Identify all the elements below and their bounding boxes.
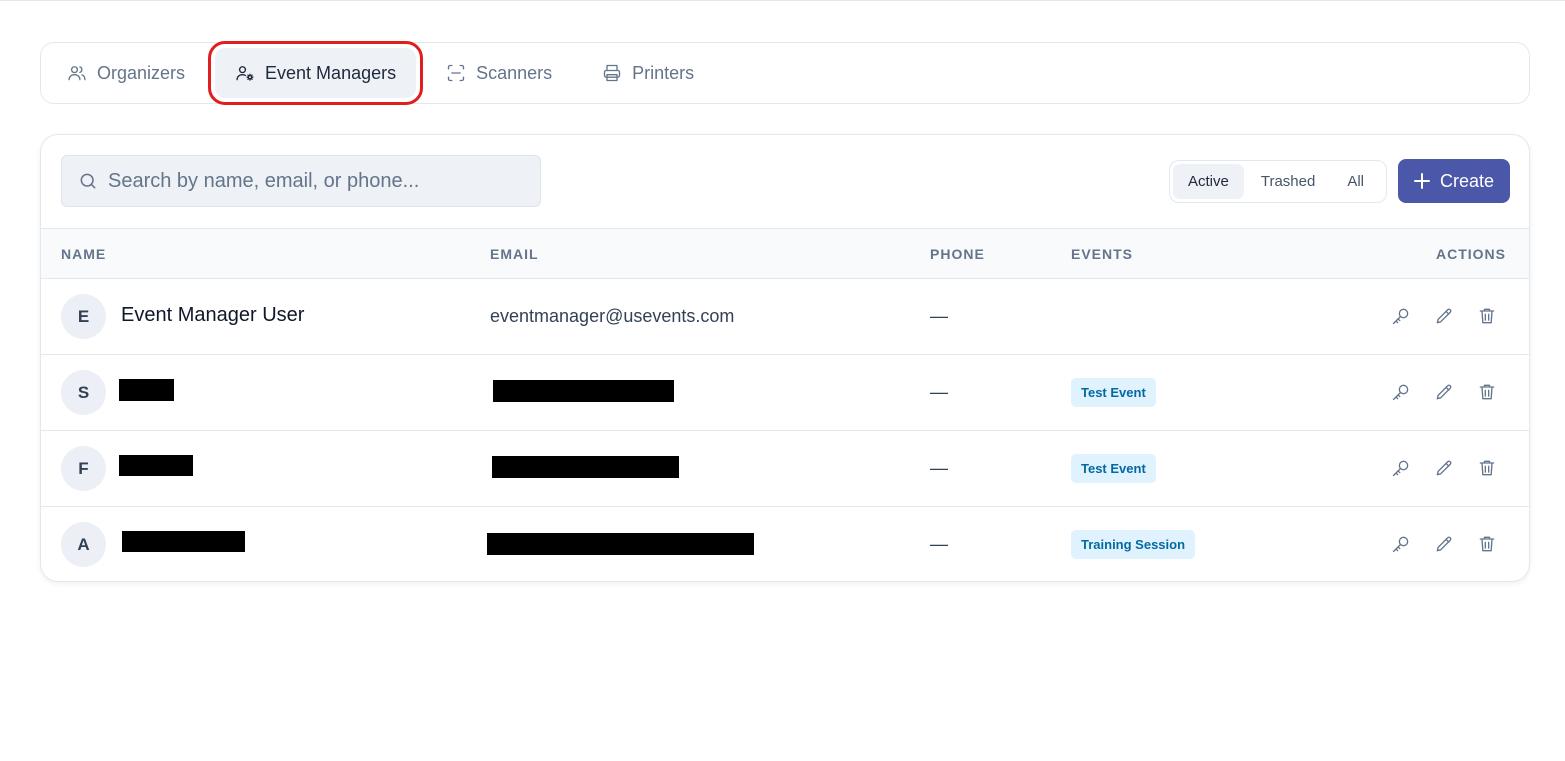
search-box[interactable] [61, 155, 541, 207]
avatar: E [61, 294, 106, 339]
filter-all[interactable]: All [1332, 164, 1379, 199]
reset-password-button[interactable] [1391, 382, 1411, 402]
row-actions [1391, 306, 1497, 326]
column-actions: ACTIONS [1436, 246, 1506, 262]
column-email[interactable]: EMAIL [490, 246, 539, 262]
row-actions [1391, 458, 1497, 478]
tab-label: Printers [632, 62, 695, 83]
trash-icon [1479, 384, 1495, 400]
key-icon [1392, 384, 1409, 401]
avatar: A [61, 522, 106, 567]
tab-label: Scanners [476, 62, 553, 83]
table-row[interactable]: A — Training Session [41, 507, 1529, 581]
tab-scanners[interactable]: Scanners [426, 48, 572, 98]
user-name: Event Manager User [121, 304, 305, 326]
trash-icon [1479, 536, 1495, 552]
avatar: S [61, 370, 106, 415]
filter-trashed[interactable]: Trashed [1246, 164, 1330, 199]
redacted-name [119, 379, 174, 401]
key-icon [1392, 308, 1409, 325]
redacted-name [122, 531, 245, 552]
tab-label: Organizers [97, 62, 186, 83]
reset-password-button[interactable] [1391, 458, 1411, 478]
event-managers-card: Active Trashed All Create NAME EMAIL PHO… [40, 134, 1530, 582]
tab-organizers[interactable]: Organizers [47, 48, 205, 98]
role-tabs: Organizers Event Managers Scanners Print… [40, 41, 1530, 105]
search-input[interactable] [108, 169, 508, 193]
delete-button[interactable] [1477, 458, 1497, 478]
column-events[interactable]: EVENTS [1071, 246, 1133, 262]
users-icon [68, 66, 86, 81]
user-gear-icon [236, 66, 254, 81]
table-row[interactable]: F — Test Event [41, 431, 1529, 507]
tab-label: Event Managers [265, 62, 397, 83]
trash-icon [1479, 460, 1495, 476]
tab-printers[interactable]: Printers [582, 48, 714, 98]
table-row[interactable]: E Event Manager User eventmanager@useven… [41, 279, 1529, 355]
edit-button[interactable] [1434, 306, 1454, 326]
user-phone: — [930, 306, 948, 326]
key-icon [1392, 460, 1409, 477]
scan-icon [447, 64, 465, 82]
edit-button[interactable] [1434, 458, 1454, 478]
key-icon [1392, 536, 1409, 553]
create-label: Create [1439, 170, 1495, 191]
column-phone[interactable]: PHONE [930, 246, 985, 262]
tab-event-managers[interactable]: Event Managers [208, 41, 424, 105]
event-badge[interactable]: Training Session [1071, 530, 1196, 559]
row-actions [1391, 534, 1497, 554]
column-name[interactable]: NAME [61, 246, 106, 262]
search-icon [80, 173, 96, 189]
toolbar: Active Trashed All Create [41, 135, 1529, 228]
redacted-name [119, 455, 193, 476]
top-divider [0, 0, 1565, 2]
redacted-email [492, 456, 679, 478]
event-badge[interactable]: Test Event [1071, 378, 1156, 407]
row-actions [1391, 382, 1497, 402]
status-filter: Active Trashed All [1169, 160, 1387, 203]
printer-icon [603, 64, 621, 82]
delete-button[interactable] [1477, 306, 1497, 326]
create-button[interactable]: Create [1398, 159, 1510, 203]
pencil-icon [1436, 308, 1452, 324]
avatar: F [61, 446, 106, 491]
pencil-icon [1436, 460, 1452, 476]
user-phone: — [930, 458, 948, 478]
user-phone: — [930, 382, 948, 402]
filter-active[interactable]: Active [1173, 164, 1244, 199]
pencil-icon [1436, 384, 1452, 400]
user-email: eventmanager@usevents.com [490, 306, 735, 326]
edit-button[interactable] [1434, 382, 1454, 402]
plus-icon [1413, 173, 1430, 189]
trash-icon [1479, 308, 1495, 324]
user-phone: — [930, 534, 948, 554]
delete-button[interactable] [1477, 382, 1497, 402]
edit-button[interactable] [1434, 534, 1454, 554]
table-row[interactable]: S — Test Event [41, 355, 1529, 431]
redacted-email [493, 380, 674, 402]
redacted-email [487, 533, 754, 555]
delete-button[interactable] [1477, 534, 1497, 554]
pencil-icon [1436, 536, 1452, 552]
table-header: NAME EMAIL PHONE EVENTS ACTIONS [41, 228, 1529, 279]
reset-password-button[interactable] [1391, 306, 1411, 326]
event-badge[interactable]: Test Event [1071, 454, 1156, 483]
reset-password-button[interactable] [1391, 534, 1411, 554]
